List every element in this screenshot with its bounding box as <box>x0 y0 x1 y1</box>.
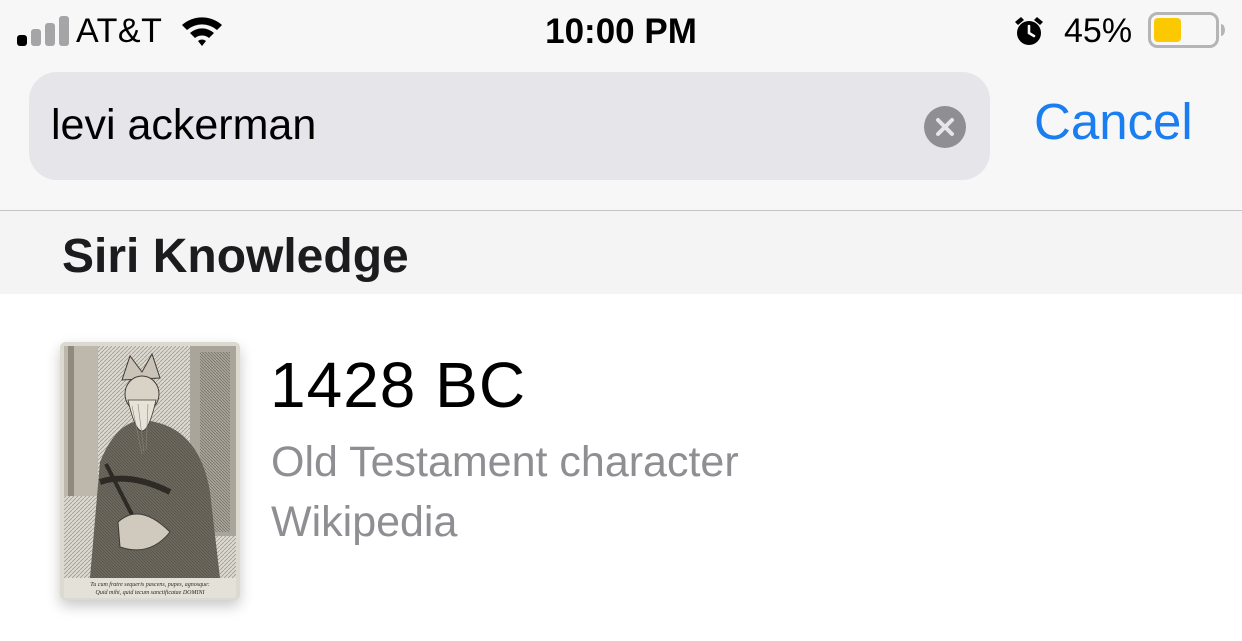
top-area: AT&T 10:00 PM 45% levi ackerman Cancel <box>0 0 1242 210</box>
alarm-icon <box>1015 17 1043 45</box>
search-field[interactable]: levi ackerman <box>29 72 990 180</box>
engraving-caption: Quid mihi, quid tecum sanctificatae DOMI… <box>96 589 206 596</box>
section-title: Siri Knowledge <box>62 230 409 283</box>
section-header: Siri Knowledge <box>0 211 1242 294</box>
result-row[interactable]: Tu cum fratre sequeris pascens, pupes, a… <box>0 294 1242 641</box>
cancel-button[interactable]: Cancel <box>1034 96 1193 147</box>
engraving-caption: Tu cum fratre sequeris pascens, pupes, a… <box>90 581 209 588</box>
result-subtitle: Old Testament character <box>271 438 739 486</box>
engraving-image: Tu cum fratre sequeris pascens, pupes, a… <box>60 342 240 600</box>
search-input[interactable]: levi ackerman <box>51 101 316 150</box>
clear-circle-icon[interactable] <box>924 106 966 148</box>
status-time: 10:00 PM <box>545 12 697 51</box>
result-source: Wikipedia <box>271 498 458 546</box>
result-thumbnail: Tu cum fratre sequeris pascens, pupes, a… <box>60 342 240 600</box>
screen: AT&T 10:00 PM 45% levi ackerman Cancel S… <box>0 0 1242 641</box>
battery-percent: 45% <box>1064 12 1133 50</box>
battery-icon <box>1148 12 1225 48</box>
result-title: 1428 BC <box>270 349 527 421</box>
status-bar: AT&T 10:00 PM 45% <box>0 0 1242 62</box>
